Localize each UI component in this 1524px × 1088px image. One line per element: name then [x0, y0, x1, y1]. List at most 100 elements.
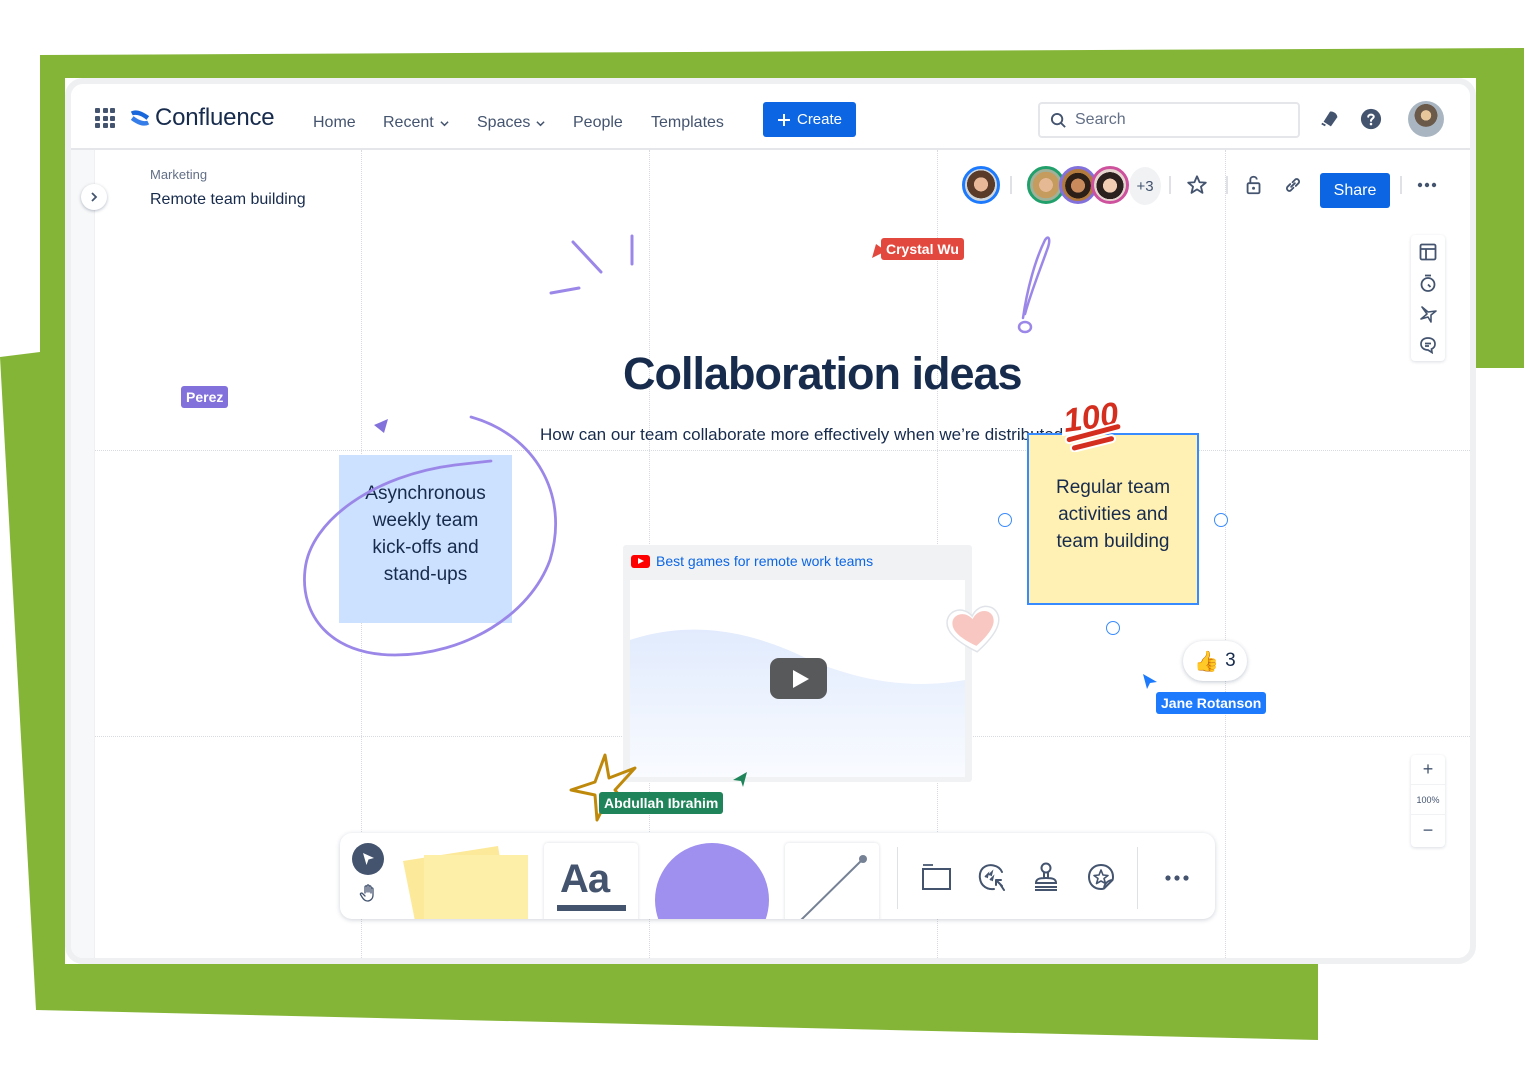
- cursor-pointer-icon: [1143, 674, 1157, 689]
- create-button[interactable]: Create: [763, 102, 856, 137]
- zoom-in-button[interactable]: +: [1411, 755, 1445, 785]
- cursor-arrow-icon: [363, 853, 374, 865]
- sticky-note-yellow[interactable]: Regular team activities and team buildin…: [1027, 433, 1199, 605]
- youtube-icon: [631, 554, 650, 568]
- page-title[interactable]: Remote team building: [150, 191, 306, 209]
- app-window: Confluence Home Recent Spaces People Tem…: [65, 78, 1476, 964]
- zoom-level[interactable]: 100%: [1411, 785, 1445, 815]
- selection-handle[interactable]: [1106, 621, 1120, 635]
- help-icon[interactable]: [1360, 108, 1382, 130]
- shape-tool[interactable]: [655, 843, 769, 919]
- emoji-reaction-tool-icon[interactable]: [976, 861, 1008, 893]
- zoom-in-label: +: [1422, 759, 1434, 779]
- cursor-pointer-icon: [733, 772, 747, 787]
- play-button[interactable]: [770, 658, 827, 699]
- create-label: Create: [796, 111, 843, 128]
- link-icon[interactable]: [1282, 174, 1304, 196]
- cursor-label-abdullah-ibrahim: Abdullah Ibrahim: [599, 792, 724, 814]
- more-tools-icon[interactable]: [1165, 873, 1189, 883]
- frame-tool-icon[interactable]: [920, 861, 952, 893]
- divider: [1226, 176, 1228, 194]
- nav-people[interactable]: People: [573, 114, 623, 132]
- select-tool[interactable]: [352, 843, 384, 875]
- chevron-down-icon: [536, 120, 545, 126]
- collaborator-avatar[interactable]: [962, 166, 1000, 204]
- thumbs-up-icon: 👍: [1194, 650, 1220, 673]
- star-icon[interactable]: [1186, 174, 1208, 196]
- nav-templates[interactable]: Templates: [651, 114, 724, 132]
- search-input[interactable]: [1075, 111, 1275, 129]
- plus-icon: [777, 113, 790, 126]
- expand-sidebar-button[interactable]: [81, 184, 107, 210]
- apps-grid-icon[interactable]: [95, 108, 115, 128]
- line-tool[interactable]: [785, 843, 879, 919]
- app-name: Confluence: [155, 104, 275, 131]
- pin-icon[interactable]: [1419, 305, 1437, 323]
- search-box[interactable]: [1038, 102, 1300, 138]
- sticker-tool-icon[interactable]: [1085, 861, 1117, 893]
- reaction-count: 3: [1225, 650, 1236, 671]
- whiteboard-canvas[interactable]: Marketing Remote team building +3 Share …: [95, 150, 1470, 958]
- nav-recent[interactable]: Recent: [383, 114, 449, 132]
- reaction-badge[interactable]: 👍 3: [1183, 641, 1247, 681]
- heart-sticker[interactable]: [943, 600, 1005, 658]
- nav-templates-label: Templates: [651, 114, 724, 131]
- whiteboard-title[interactable]: Collaboration ideas: [623, 348, 1023, 400]
- selection-handle[interactable]: [1214, 513, 1228, 527]
- chevron-down-icon: [440, 120, 449, 126]
- share-button[interactable]: Share: [1320, 173, 1390, 208]
- lock-open-icon[interactable]: [1243, 174, 1265, 196]
- video-title-link[interactable]: Best games for remote work teams: [631, 553, 873, 569]
- sticky-note-tool[interactable]: [398, 841, 533, 919]
- cursor-label-perez: Perez: [181, 386, 229, 408]
- text-underline: [557, 905, 626, 911]
- circle-doodle: [303, 415, 558, 657]
- more-icon[interactable]: [1417, 180, 1437, 190]
- toolbar-divider: [1137, 847, 1138, 909]
- zoom-out-button[interactable]: −: [1411, 815, 1445, 845]
- zoom-out-label: −: [1422, 819, 1434, 840]
- cursor-label-crystal-wu: Crystal Wu: [881, 238, 964, 260]
- nav-spaces-label: Spaces: [477, 114, 531, 131]
- whiteboard-subtitle[interactable]: How can our team collaborate more effect…: [540, 425, 1073, 445]
- divider: [1169, 176, 1171, 194]
- text-tool-label: Aa: [560, 857, 610, 901]
- video-title: Best games for remote work teams: [656, 553, 874, 569]
- cursor-label-jane-rotanson: Jane Rotanson: [1156, 692, 1267, 714]
- search-icon: [1050, 112, 1066, 128]
- nav-home-label: Home: [313, 114, 356, 131]
- more-collaborators-count[interactable]: +3: [1129, 167, 1161, 205]
- chevron-right-icon: [91, 192, 98, 202]
- hand-tool-icon[interactable]: [358, 883, 378, 903]
- left-sidebar-rail: [71, 150, 95, 958]
- nav-home[interactable]: Home: [313, 114, 356, 132]
- hundred-points-sticker[interactable]: 100 100: [1059, 392, 1129, 452]
- grid-line: [1225, 150, 1226, 958]
- toolbar-divider: [897, 847, 898, 909]
- profile-avatar[interactable]: [1408, 101, 1444, 137]
- zoom-control: + 100% −: [1411, 755, 1445, 847]
- text-tool[interactable]: Aa: [544, 843, 638, 919]
- selection-handle[interactable]: [998, 513, 1012, 527]
- nav-spaces[interactable]: Spaces: [477, 114, 545, 132]
- video-player[interactable]: [630, 580, 965, 777]
- creation-toolbar: Aa: [340, 833, 1215, 919]
- title-doodles: [549, 234, 1051, 334]
- divider: [1400, 176, 1402, 194]
- top-navigation: Confluence Home Recent Spaces People Tem…: [71, 84, 1470, 150]
- breadcrumb-space[interactable]: Marketing: [150, 167, 207, 182]
- confluence-logo[interactable]: Confluence: [129, 104, 275, 132]
- comment-icon[interactable]: [1419, 336, 1437, 354]
- timer-icon[interactable]: [1419, 274, 1437, 292]
- collaborator-avatar[interactable]: [1091, 166, 1129, 204]
- templates-icon[interactable]: [1419, 243, 1437, 261]
- notifications-bell-icon[interactable]: [1319, 108, 1341, 130]
- divider: [1010, 176, 1012, 194]
- stage: Confluence Home Recent Spaces People Tem…: [0, 0, 1524, 1088]
- nav-people-label: People: [573, 114, 623, 131]
- side-tools-panel: [1411, 235, 1445, 361]
- video-embed-card[interactable]: Best games for remote work teams: [623, 545, 972, 782]
- stamp-tool-icon[interactable]: [1030, 861, 1062, 893]
- nav-recent-label: Recent: [383, 114, 434, 131]
- line-connector-icon: [800, 855, 867, 919]
